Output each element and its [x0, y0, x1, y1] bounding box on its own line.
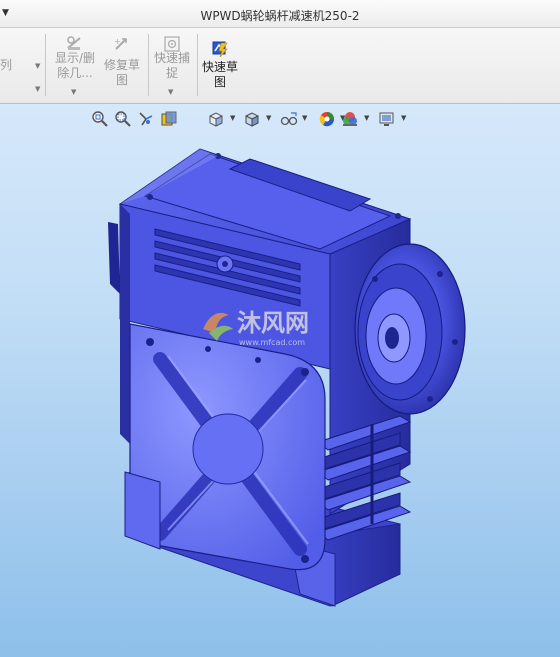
- chevron-down-icon[interactable]: ▼: [35, 62, 40, 70]
- ribbon-partial-label[interactable]: 列: [0, 58, 12, 73]
- watermark-sub-text: www.mfcad.com: [239, 338, 305, 347]
- quick-snap-label-2: 捉: [165, 66, 178, 80]
- command-manager-ribbon: 列 ▼ ▼ 显示/删 除几... ▼ + 修复草 图 快速捕 捉 ▼ 快速草 图: [0, 28, 560, 104]
- graphics-viewport[interactable]: ▼ ▼ ▼ ▼ ▼ ▼ 沐风网 www.mfcad.com: [0, 104, 560, 657]
- window-title: WPWD蜗轮蜗杆减速机250-2: [200, 9, 360, 23]
- repair-sketch-icon: +: [114, 37, 127, 50]
- quick-sketch-label-1: 快速草: [201, 60, 238, 74]
- chevron-down-icon[interactable]: ▼: [71, 88, 76, 96]
- watermark-main-text: 沐风网: [237, 309, 309, 337]
- svg-text:+: +: [114, 37, 121, 46]
- watermark-logo: 沐风网 www.mfcad.com: [203, 309, 309, 347]
- quick-sketch-label-2: 图: [213, 75, 226, 89]
- show-delete-geometry-label-2: 除几...: [57, 66, 93, 80]
- ribbon-separator: [148, 34, 149, 96]
- repair-sketch-label-2: 图: [115, 73, 128, 87]
- worm-gear-reducer-model[interactable]: [0, 104, 560, 657]
- show-delete-geometry-label-1: 显示/删: [54, 51, 96, 65]
- show-delete-geometry-icon: [67, 36, 81, 50]
- title-bar: ▼ WPWD蜗轮蜗杆减速机250-2: [0, 0, 560, 28]
- ribbon-separator: [45, 34, 46, 96]
- quick-sketch-icon: [212, 41, 228, 58]
- chevron-down-icon[interactable]: ▼: [168, 88, 173, 96]
- quick-snap-label-1: 快速捕: [153, 51, 190, 65]
- chevron-down-icon[interactable]: ▼: [35, 85, 40, 93]
- repair-sketch-label-1: 修复草: [103, 58, 140, 72]
